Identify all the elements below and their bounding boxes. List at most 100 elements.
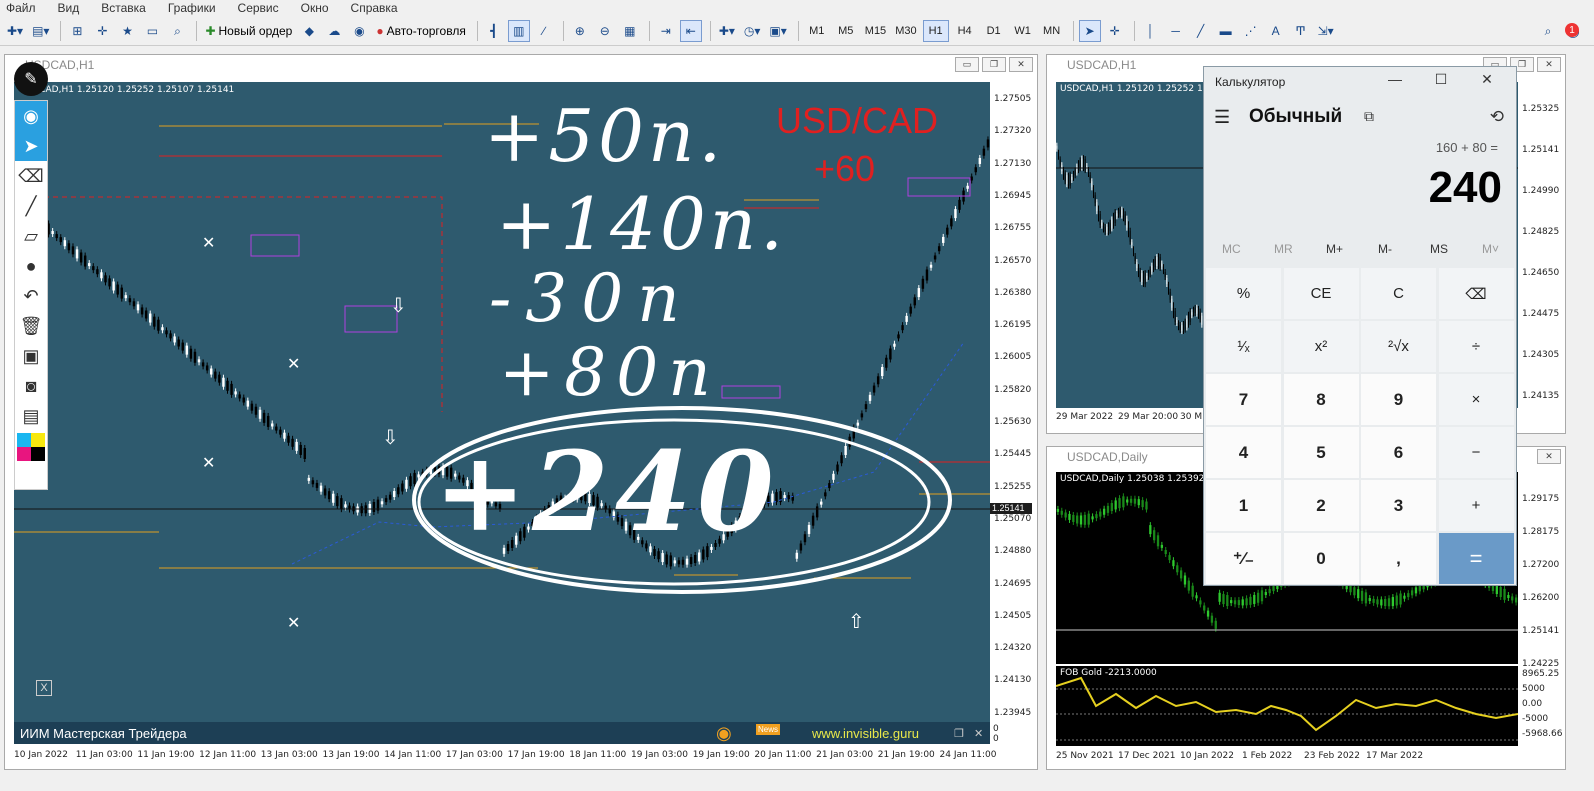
zoom-out-icon[interactable]: ⊖ bbox=[594, 20, 616, 42]
eye-icon[interactable]: ◉ bbox=[716, 723, 732, 744]
eye-icon[interactable]: ◉ bbox=[15, 101, 47, 131]
candle-chart-icon[interactable]: ▥ bbox=[507, 20, 530, 42]
key-7[interactable]: ÷ bbox=[1438, 321, 1514, 372]
trendline-icon[interactable]: ╱ bbox=[1190, 20, 1212, 42]
key-9[interactable]: 8 bbox=[1283, 374, 1359, 425]
new-chart-icon[interactable]: ✚▾ bbox=[4, 20, 26, 42]
data-window-icon[interactable]: ✛ bbox=[91, 20, 113, 42]
memory-button[interactable]: M- bbox=[1378, 242, 1392, 256]
board-icon[interactable]: ▣ bbox=[15, 341, 47, 371]
tf-h1[interactable]: H1 bbox=[922, 20, 949, 42]
memory-button[interactable]: M˅ bbox=[1482, 242, 1499, 256]
site-link[interactable]: www.invisible.guru bbox=[812, 726, 919, 741]
hamburger-menu-icon[interactable]: ☰ bbox=[1214, 107, 1230, 128]
close-icon[interactable]: ✕ bbox=[1464, 71, 1510, 88]
trash-icon[interactable]: 🗑 bbox=[15, 311, 47, 341]
pen-logo-icon[interactable]: ✎ bbox=[14, 62, 48, 96]
minimize-icon[interactable]: — bbox=[1372, 71, 1418, 88]
key-12[interactable]: 4 bbox=[1206, 427, 1281, 478]
key-20[interactable]: ⁺∕₋ bbox=[1206, 533, 1281, 584]
signals-icon[interactable]: ☁ bbox=[323, 20, 345, 42]
color-swatch[interactable] bbox=[31, 447, 45, 461]
brush-size-icon[interactable]: ● bbox=[15, 251, 47, 281]
chart-shift-icon[interactable]: ⇤ bbox=[679, 20, 702, 42]
news-badge[interactable]: News bbox=[756, 724, 781, 735]
fibo-icon[interactable]: ⋰ bbox=[1240, 20, 1262, 42]
key-19[interactable]: + bbox=[1438, 480, 1514, 531]
menu-charts[interactable]: Графики bbox=[168, 1, 216, 15]
tf-d1[interactable]: D1 bbox=[981, 20, 1007, 42]
key-23[interactable]: = bbox=[1438, 533, 1514, 584]
tf-mn[interactable]: MN bbox=[1039, 20, 1065, 42]
pointer-icon[interactable]: ➤ bbox=[15, 131, 47, 161]
chat-icon[interactable]: ◯1 bbox=[1562, 20, 1584, 42]
key-18[interactable]: 3 bbox=[1361, 480, 1436, 531]
profiles-icon[interactable]: ▤▾ bbox=[29, 20, 52, 42]
key-21[interactable]: 0 bbox=[1283, 533, 1359, 584]
zoom-in-icon[interactable]: ⊕ bbox=[569, 20, 591, 42]
channel-icon[interactable]: ▬ bbox=[1215, 20, 1237, 42]
key-22[interactable]: , bbox=[1361, 533, 1436, 584]
memory-button[interactable]: MC bbox=[1222, 242, 1241, 256]
indicators-icon[interactable]: ✚▾ bbox=[716, 20, 738, 42]
menu-help[interactable]: Справка bbox=[351, 1, 398, 15]
vps-icon[interactable]: ◉ bbox=[348, 20, 370, 42]
undo-icon[interactable]: ↶ bbox=[15, 281, 47, 311]
close-icon[interactable]: ✕ bbox=[1537, 449, 1561, 464]
history-icon[interactable]: ⟲ bbox=[1490, 107, 1504, 127]
pen-icon[interactable]: ╱ bbox=[15, 191, 47, 221]
clear-icon[interactable]: ▱ bbox=[15, 221, 47, 251]
autoscroll-icon[interactable]: ⇥ bbox=[655, 20, 677, 42]
text-icon[interactable]: A bbox=[1265, 20, 1287, 42]
tf-m15[interactable]: M15 bbox=[862, 20, 889, 42]
key-17[interactable]: 2 bbox=[1283, 480, 1359, 531]
clipboard-icon[interactable]: ▤ bbox=[15, 401, 47, 431]
maximize-icon[interactable]: ☐ bbox=[1418, 71, 1464, 88]
tf-m1[interactable]: M1 bbox=[804, 20, 830, 42]
menu-window[interactable]: Окно bbox=[301, 1, 329, 15]
key-0[interactable]: % bbox=[1206, 268, 1281, 319]
key-3[interactable]: ⌫ bbox=[1438, 268, 1514, 319]
close-panel-button[interactable]: X bbox=[36, 680, 52, 696]
tf-m5[interactable]: M5 bbox=[833, 20, 859, 42]
color-palette[interactable] bbox=[17, 433, 45, 461]
menu-insert[interactable]: Вставка bbox=[101, 1, 146, 15]
camera-icon[interactable]: ◙ bbox=[15, 371, 47, 401]
navigator-icon[interactable]: ★ bbox=[116, 20, 138, 42]
key-6[interactable]: ²√x bbox=[1361, 321, 1436, 372]
menu-view[interactable]: Вид bbox=[58, 1, 80, 15]
vertical-line-icon[interactable]: │ bbox=[1140, 20, 1162, 42]
metaeditor-icon[interactable]: ◆ bbox=[298, 20, 320, 42]
terminal-icon[interactable]: ▭ bbox=[141, 20, 163, 42]
key-10[interactable]: 9 bbox=[1361, 374, 1436, 425]
menu-service[interactable]: Сервис bbox=[238, 1, 279, 15]
key-5[interactable]: x² bbox=[1283, 321, 1359, 372]
key-1[interactable]: CE bbox=[1283, 268, 1359, 319]
close-icon[interactable]: ✕ bbox=[1009, 57, 1033, 72]
text-label-icon[interactable]: Ͳ bbox=[1290, 20, 1312, 42]
main-chart-plot[interactable]: ✕ ✕ ✕ ✕ ⇩ ⇩ ⇧ USDCAD,H1 1.25120 1.25252 … bbox=[14, 82, 990, 740]
line-chart-icon[interactable]: ∕ bbox=[533, 20, 555, 42]
search-icon[interactable]: ⌕ bbox=[1537, 20, 1559, 42]
menu-file[interactable]: Файл bbox=[6, 1, 36, 15]
close-icon[interactable]: ✕ bbox=[974, 727, 983, 740]
arrows-icon[interactable]: ⇲▾ bbox=[1315, 20, 1337, 42]
templates-icon[interactable]: ▣▾ bbox=[766, 20, 789, 42]
horizontal-line-icon[interactable]: ─ bbox=[1165, 20, 1187, 42]
color-swatch[interactable] bbox=[31, 433, 45, 447]
tf-m30[interactable]: M30 bbox=[892, 20, 919, 42]
memory-button[interactable]: M+ bbox=[1326, 242, 1343, 256]
key-14[interactable]: 6 bbox=[1361, 427, 1436, 478]
tf-w1[interactable]: W1 bbox=[1010, 20, 1036, 42]
bar-chart-icon[interactable]: ┫ bbox=[483, 20, 505, 42]
color-swatch[interactable] bbox=[17, 433, 31, 447]
key-13[interactable]: 5 bbox=[1283, 427, 1359, 478]
close-icon[interactable]: ✕ bbox=[1537, 57, 1561, 72]
key-15[interactable]: − bbox=[1438, 427, 1514, 478]
auto-trading-button[interactable]: ● Авто-торговля bbox=[373, 20, 469, 42]
keep-on-top-icon[interactable]: ⧉ bbox=[1364, 108, 1374, 125]
key-8[interactable]: 7 bbox=[1206, 374, 1281, 425]
tf-h4[interactable]: H4 bbox=[952, 20, 978, 42]
memory-button[interactable]: MS bbox=[1430, 242, 1448, 256]
minimize-icon[interactable]: ▭ bbox=[955, 57, 979, 72]
